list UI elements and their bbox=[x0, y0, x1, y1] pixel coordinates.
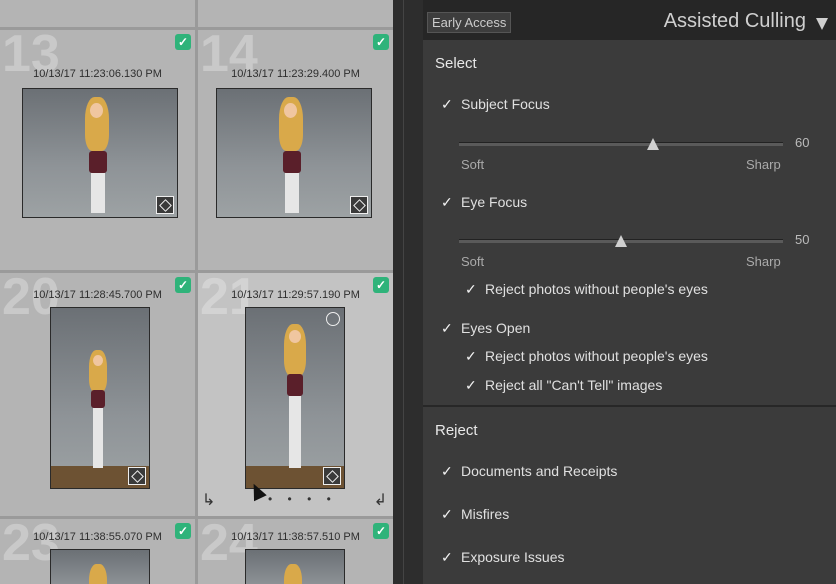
subject-focus-checkbox[interactable]: ✓ Subject Focus bbox=[441, 96, 550, 113]
reject-misfires-checkbox[interactable]: ✓ Misfires bbox=[441, 506, 509, 523]
section-separator bbox=[423, 405, 836, 407]
thumbnail[interactable] bbox=[50, 549, 150, 584]
checkmark-icon[interactable]: ✓ bbox=[373, 277, 389, 293]
subject-focus-label: Subject Focus bbox=[461, 96, 550, 112]
grid-cell[interactable]: 20 10/13/17 11:28:45.700 PM ✓ bbox=[0, 271, 195, 516]
grid-cell[interactable]: 13 10/13/17 11:23:06.130 PM ✓ bbox=[0, 28, 195, 270]
slider-min-label: Soft bbox=[461, 254, 485, 269]
assisted-culling-panel: Early Access Assisted Culling Select ✓ Su… bbox=[423, 0, 836, 584]
eyes-open-checkbox[interactable]: ✓ Eyes Open bbox=[441, 320, 530, 337]
slider-max-label: Sharp bbox=[746, 254, 781, 269]
checkbox-check-icon: ✓ bbox=[441, 194, 453, 210]
eye-focus-label: Eye Focus bbox=[461, 194, 528, 210]
thumbnail[interactable] bbox=[22, 88, 178, 218]
checkmark-icon[interactable]: ✓ bbox=[175, 523, 191, 539]
rating-dots[interactable]: • • • • bbox=[268, 492, 337, 506]
subject-focus-slider[interactable] bbox=[459, 142, 783, 146]
reject-item-label: Documents and Receipts bbox=[461, 463, 618, 479]
grid-cell[interactable]: 24 10/13/17 11:38:57.510 PM ✓ bbox=[198, 517, 393, 584]
checkmark-icon[interactable]: ✓ bbox=[175, 34, 191, 50]
grid-cell-partial bbox=[198, 0, 393, 27]
checkbox-check-icon: ✓ bbox=[465, 281, 477, 297]
eye-focus-checkbox[interactable]: ✓ Eye Focus bbox=[441, 194, 527, 211]
cell-timestamp: 10/13/17 11:29:57.190 PM bbox=[231, 289, 360, 301]
cell-timestamp: 10/13/17 11:23:29.400 PM bbox=[231, 68, 360, 80]
panel-divider[interactable] bbox=[393, 0, 423, 584]
slider-max-label: Sharp bbox=[746, 157, 781, 172]
checkmark-icon[interactable]: ✓ bbox=[373, 523, 389, 539]
cell-timestamp: 10/13/17 11:38:55.070 PM bbox=[33, 531, 162, 543]
checkbox-check-icon: ✓ bbox=[441, 463, 453, 479]
cell-timestamp: 10/13/17 11:28:45.700 PM bbox=[33, 289, 162, 301]
early-access-badge: Early Access bbox=[427, 12, 512, 33]
panel-header: Early Access Assisted Culling bbox=[423, 0, 836, 40]
thumbnail[interactable] bbox=[216, 88, 372, 218]
edit-badge-icon bbox=[128, 467, 146, 485]
checkbox-check-icon: ✓ bbox=[441, 96, 453, 112]
eyes-open-label: Eyes Open bbox=[461, 320, 531, 336]
checkbox-check-icon: ✓ bbox=[465, 348, 477, 364]
checkbox-check-icon: ✓ bbox=[441, 549, 453, 565]
eye-focus-slider-thumb[interactable] bbox=[615, 235, 627, 247]
panel-title[interactable]: Assisted Culling bbox=[664, 10, 806, 33]
subject-focus-slider-thumb[interactable] bbox=[647, 138, 660, 150]
thumbnail[interactable] bbox=[245, 307, 345, 489]
reject-heading: Reject bbox=[435, 422, 478, 439]
reject-cant-tell-label: Reject all "Can't Tell" images bbox=[485, 377, 663, 393]
checkbox-check-icon: ✓ bbox=[465, 377, 477, 393]
reject-exposure-checkbox[interactable]: ✓ Exposure Issues bbox=[441, 549, 565, 566]
photo-grid: 13 10/13/17 11:23:06.130 PM ✓ 14 10/13/1… bbox=[0, 0, 393, 584]
flag-circle-icon[interactable] bbox=[326, 312, 340, 326]
edit-badge-icon bbox=[350, 196, 368, 214]
cell-timestamp: 10/13/17 11:38:57.510 PM bbox=[231, 531, 360, 543]
rotate-right-icon[interactable]: ↲ bbox=[374, 490, 387, 510]
checkbox-check-icon: ✓ bbox=[441, 320, 453, 336]
edit-badge-icon bbox=[156, 196, 174, 214]
grid-cell[interactable]: 23 10/13/17 11:38:55.070 PM ✓ bbox=[0, 517, 195, 584]
thumbnail[interactable] bbox=[245, 549, 345, 584]
checkmark-icon[interactable]: ✓ bbox=[175, 277, 191, 293]
reject-item-label: Exposure Issues bbox=[461, 549, 565, 565]
reject-no-eyes-label: Reject photos without people's eyes bbox=[485, 281, 708, 297]
thumbnail[interactable] bbox=[50, 307, 150, 489]
grid-cell-partial bbox=[0, 0, 195, 27]
slider-min-label: Soft bbox=[461, 157, 485, 172]
eyes-open-reject-no-eyes-checkbox[interactable]: ✓ Reject photos without people's eyes bbox=[465, 348, 708, 365]
reject-item-label: Misfires bbox=[461, 506, 510, 522]
reject-documents-checkbox[interactable]: ✓ Documents and Receipts bbox=[441, 463, 617, 480]
eye-focus-reject-no-eyes-checkbox[interactable]: ✓ Reject photos without people's eyes bbox=[465, 281, 708, 298]
collapse-triangle-icon[interactable] bbox=[816, 18, 828, 30]
eye-focus-value: 50 bbox=[795, 232, 810, 247]
subject-focus-value: 60 bbox=[795, 135, 810, 150]
checkmark-icon[interactable]: ✓ bbox=[373, 34, 389, 50]
cell-timestamp: 10/13/17 11:23:06.130 PM bbox=[33, 68, 162, 80]
select-heading: Select bbox=[435, 55, 477, 72]
checkbox-check-icon: ✓ bbox=[441, 506, 453, 522]
rotate-left-icon[interactable]: ↳ bbox=[202, 490, 215, 510]
reject-cant-tell-checkbox[interactable]: ✓ Reject all "Can't Tell" images bbox=[465, 377, 662, 394]
grid-cell[interactable]: 14 10/13/17 11:23:29.400 PM ✓ bbox=[198, 28, 393, 270]
reject-no-eyes-label: Reject photos without people's eyes bbox=[485, 348, 708, 364]
edit-badge-icon bbox=[323, 467, 341, 485]
grid-cell-selected[interactable]: 21 10/13/17 11:29:57.190 PM ✓ ↳ ↲ • • • … bbox=[198, 271, 393, 516]
